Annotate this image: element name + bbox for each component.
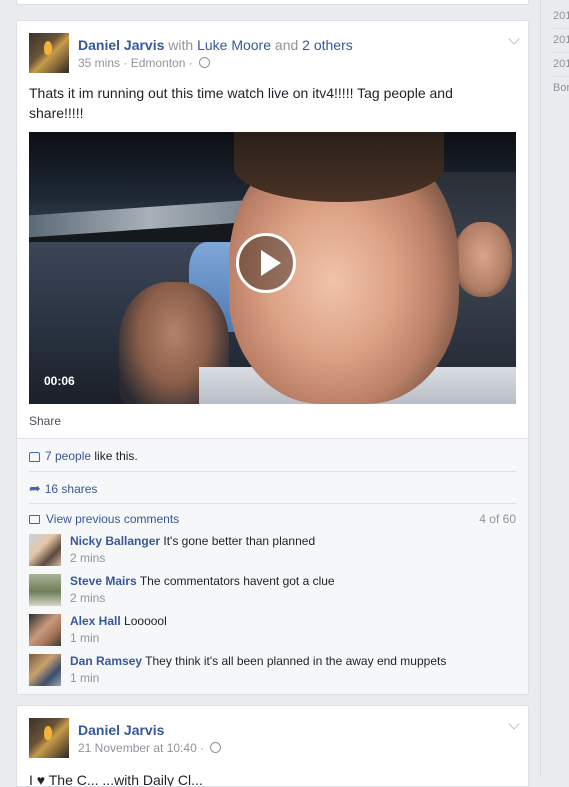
comment-body: Steve Mairs The commentators havent got … bbox=[70, 574, 335, 588]
post-timestamp[interactable]: 35 mins bbox=[78, 56, 120, 70]
share-arrow-icon: ➦ bbox=[29, 480, 41, 496]
and-word: and bbox=[274, 37, 299, 53]
globe-icon[interactable] bbox=[210, 742, 222, 753]
likes-suffix: like this. bbox=[94, 449, 138, 463]
commenter-name[interactable]: Nicky Ballanger bbox=[70, 534, 160, 548]
comment-item: Dan Ramsey They think it's all been plan… bbox=[29, 654, 516, 688]
feedback-section: 7 people like this. ➦ 16 shares View prev… bbox=[17, 438, 528, 694]
comment-text: Loooool bbox=[124, 614, 167, 628]
commenter-avatar[interactable] bbox=[29, 534, 61, 566]
share-button[interactable]: Share bbox=[29, 414, 61, 428]
previous-post-card-edge bbox=[16, 0, 529, 5]
commenter-avatar[interactable] bbox=[29, 654, 61, 686]
post-text-cut: I ♥ The C... ...with Daily Cl... bbox=[29, 772, 203, 787]
likes-count-link[interactable]: 7 people bbox=[45, 449, 91, 463]
commenter-name[interactable]: Dan Ramsey bbox=[70, 654, 142, 668]
author-avatar[interactable] bbox=[29, 718, 69, 758]
globe-icon[interactable] bbox=[199, 57, 211, 68]
comment-icon bbox=[29, 515, 40, 524]
comment-time[interactable]: 1 min bbox=[70, 671, 99, 685]
view-previous-comments-link[interactable]: View previous comments bbox=[46, 512, 179, 526]
post-meta: 35 mins · Edmonton · bbox=[78, 56, 211, 70]
likes-row: 7 people like this. bbox=[29, 449, 516, 463]
author-avatar[interactable] bbox=[29, 33, 69, 73]
view-previous-row: View previous comments 4 of 60 bbox=[29, 512, 516, 526]
tagged-others-link[interactable]: 2 others bbox=[302, 37, 353, 53]
post-text: Thats it im running out this time watch … bbox=[29, 85, 453, 121]
commenter-name[interactable]: Steve Mairs bbox=[70, 574, 137, 588]
comment-time[interactable]: 2 mins bbox=[70, 591, 105, 605]
video-duration: 00:06 bbox=[44, 374, 75, 388]
chevron-down-icon[interactable] bbox=[508, 33, 520, 45]
comment-item: Steve Mairs The commentators havent got … bbox=[29, 574, 516, 608]
chevron-down-icon[interactable] bbox=[508, 718, 520, 730]
author-name[interactable]: Daniel Jarvis bbox=[78, 722, 164, 738]
comment-body: Nicky Ballanger It's gone better than pl… bbox=[70, 534, 315, 548]
commenter-avatar[interactable] bbox=[29, 614, 61, 646]
comment-text: The commentators havent got a clue bbox=[139, 574, 335, 588]
comment-body: Alex Hall Loooool bbox=[70, 614, 167, 628]
post-timestamp[interactable]: 21 November at 10:40 bbox=[78, 741, 197, 755]
timeline-year-link[interactable]: 201 bbox=[553, 58, 569, 77]
shares-row: ➦ 16 shares bbox=[29, 480, 516, 497]
timeline-year-link[interactable]: 201 bbox=[553, 10, 569, 29]
post-location[interactable]: Edmonton bbox=[131, 56, 186, 70]
right-rail-timeline: 201 201 201 Bor bbox=[540, 0, 569, 775]
commenter-avatar[interactable] bbox=[29, 574, 61, 606]
post-meta: 21 November at 10:40 · bbox=[78, 741, 222, 755]
comments-pager: 4 of 60 bbox=[479, 512, 516, 526]
post-card: Daniel Jarvis with Luke Moore and 2 othe… bbox=[16, 20, 529, 695]
commenter-name[interactable]: Alex Hall bbox=[70, 614, 121, 628]
comment-item: Alex Hall Loooool 1 min bbox=[29, 614, 516, 648]
author-name[interactable]: Daniel Jarvis bbox=[78, 37, 164, 53]
comment-time[interactable]: 2 mins bbox=[70, 551, 105, 565]
play-icon[interactable] bbox=[236, 233, 296, 293]
timeline-year-link[interactable]: 201 bbox=[553, 34, 569, 53]
comment-text: They think it's all been planned in the … bbox=[145, 654, 447, 668]
tagged-person[interactable]: Luke Moore bbox=[197, 37, 271, 53]
like-icon bbox=[29, 452, 40, 462]
comment-time[interactable]: 1 min bbox=[70, 631, 99, 645]
timeline-born-link[interactable]: Bor bbox=[553, 82, 569, 100]
video-player[interactable]: 00:06 bbox=[29, 132, 516, 404]
comment-body: Dan Ramsey They think it's all been plan… bbox=[70, 654, 446, 668]
comment-text: It's gone better than planned bbox=[163, 534, 316, 548]
post-header-line: Daniel Jarvis bbox=[78, 722, 164, 738]
with-word: with bbox=[168, 37, 194, 53]
post-header-line: Daniel Jarvis with Luke Moore and 2 othe… bbox=[78, 37, 353, 53]
comment-item: Nicky Ballanger It's gone better than pl… bbox=[29, 534, 516, 568]
shares-count-link[interactable]: 16 shares bbox=[45, 482, 98, 496]
